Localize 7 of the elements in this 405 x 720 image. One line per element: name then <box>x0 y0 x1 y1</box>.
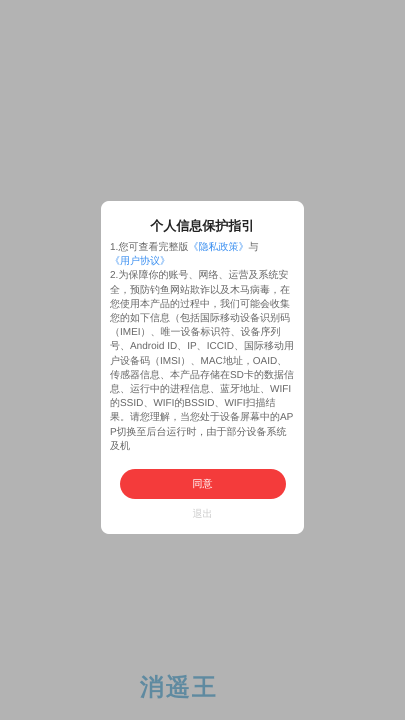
policy-link[interactable]: 《用户协议》 <box>110 256 170 268</box>
dialog-title: 个人信息保护指引 <box>150 217 254 235</box>
paragraph: 2.为保障你的账号、网络、运营及系统安全，预防钓鱼网站欺诈以及木马病毒，在您使用本产品的过程中，我们可能会收集您的如下信息（包括国际移动设备识别码（IMEI）、唯一设备标识符、设备序列号、Android ID、IP、ICCID、国际移动用户设备码（IMSI）、MAC地址，OAID、传感器信息、本产品存储在SD卡的数据信息、运行中的进程信息、蓝牙地址、WIFI的SSID、WIFI的BSSID、WIFI扫描结果。请您理解，当您处于设备屏幕中的APP切换至后台运行时，由于部分设备系统及机 <box>110 269 295 454</box>
paragraph: 1.您可查看完整版《隐私政策》与 《用户协议》 <box>110 241 260 270</box>
app-logo-text: 消遥王 <box>140 673 218 703</box>
agree-button[interactable]: 同意 <box>120 469 286 500</box>
policy-link[interactable]: 《隐私政策》 <box>188 242 248 253</box>
